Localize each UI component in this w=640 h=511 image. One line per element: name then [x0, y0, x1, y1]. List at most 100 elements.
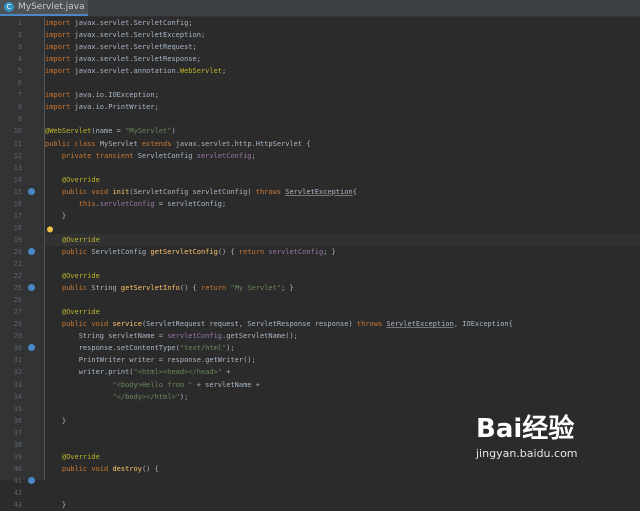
code-token: import	[45, 55, 75, 64]
line-number: 41	[13, 476, 22, 485]
line-number: 11	[13, 139, 22, 148]
code-line[interactable]: import javax.servlet.ServletConfig;	[45, 17, 193, 29]
class-icon: C	[4, 2, 14, 12]
intention-bulb-icon[interactable]: ●	[47, 224, 53, 235]
code-token: import	[45, 31, 75, 40]
code-token: public void	[61, 464, 113, 473]
code-token: "My Servlet"	[230, 284, 282, 293]
code-token: ; }	[281, 284, 294, 293]
code-token: public	[61, 247, 92, 256]
override-marker-icon[interactable]	[28, 247, 35, 255]
code-token: service	[112, 320, 142, 329]
code-line[interactable]: @Override	[45, 306, 100, 318]
override-marker-icon[interactable]	[28, 187, 35, 195]
code-line[interactable]: writer.print("<html><head></head>" +	[45, 366, 231, 378]
line-number: 35	[13, 404, 22, 413]
code-token: javax.servlet.annotation.	[74, 67, 180, 76]
line-number: 31	[13, 356, 22, 365]
code-token: @Override	[61, 308, 100, 317]
line-number: 22	[13, 272, 22, 281]
code-token: );	[226, 344, 235, 353]
code-line[interactable]: public class MyServlet extends javax.ser…	[45, 138, 311, 150]
code-token: @Override	[61, 175, 100, 184]
code-line[interactable]: @Override	[45, 270, 100, 282]
line-number: 14	[13, 175, 22, 184]
code-line[interactable]: @Override	[45, 174, 100, 186]
code-line[interactable]: }	[45, 210, 66, 222]
watermark: Bai经验 jingyan.baidu.com	[476, 408, 636, 472]
code-token: public void	[61, 320, 113, 329]
code-token: @Override	[61, 235, 100, 244]
code-token: WebServlet	[179, 67, 223, 76]
code-line[interactable]: import javax.servlet.ServletResponse;	[45, 53, 201, 65]
code-line[interactable]: "</body></html>");	[45, 391, 188, 403]
code-token: javax.servlet.ServletResponse;	[74, 55, 201, 64]
line-number: 2	[17, 31, 22, 40]
code-token: ServletConfig	[91, 247, 151, 256]
code-line[interactable]: @Override	[45, 451, 100, 463]
code-token: java.io.PrintWriter;	[74, 103, 159, 112]
code-line[interactable]: public String getServletInfo() { return …	[45, 282, 294, 294]
code-token: response.setContentType(	[45, 344, 180, 353]
code-token: servletConfig	[167, 332, 223, 341]
code-line[interactable]: private transient ServletConfig servletC…	[45, 150, 256, 162]
code-token: }	[45, 211, 67, 220]
code-token: ServletException	[285, 187, 353, 196]
code-token: import	[45, 43, 75, 52]
line-number: 7	[17, 91, 22, 100]
line-number: 26	[13, 296, 22, 305]
code-line[interactable]: import java.io.IOException;	[45, 89, 159, 101]
tab-myservlet-java[interactable]: C MyServlet.java	[0, 0, 88, 16]
code-token: java.io.IOException;	[74, 91, 159, 100]
line-number-gutter[interactable]: 1 2 3 4 5 6 7 8 9 10 11 12 13 14 15 16 17 18 19 20 21 22 25 26 2…	[0, 17, 45, 509]
line-number: 13	[13, 163, 22, 172]
code-token: {	[352, 187, 357, 196]
code-line[interactable]: "<body>Hello from " + servletName +	[45, 379, 260, 391]
line-number: 36	[13, 416, 22, 425]
code-line[interactable]: @Override	[45, 234, 100, 246]
code-line[interactable]: this.servletConfig = servletConfig;	[45, 198, 227, 210]
code-line[interactable]: String servletName = servletConfig.getSe…	[45, 330, 298, 342]
code-line[interactable]: import javax.servlet.annotation.WebServl…	[45, 65, 226, 77]
code-token: + servletName +	[192, 380, 260, 389]
code-token: ;	[251, 151, 256, 160]
code-token: ;	[222, 67, 227, 76]
override-marker-icon[interactable]	[28, 476, 35, 484]
line-number: 16	[13, 199, 22, 208]
code-token: (ServletConfig servletConfig)	[129, 187, 256, 196]
code-line[interactable]: public void service(ServletRequest reque…	[45, 318, 513, 330]
code-line[interactable]: }	[45, 499, 66, 511]
code-line[interactable]: @WebServlet(name = "MyServlet")	[45, 125, 176, 137]
code-line[interactable]: public void init(ServletConfig servletCo…	[45, 186, 357, 198]
code-token: @Override	[61, 452, 100, 461]
code-line[interactable]: public void destroy() {	[45, 463, 159, 475]
line-number: 27	[13, 308, 22, 317]
code-line[interactable]: PrintWriter writer = response.getWriter(…	[45, 354, 256, 366]
code-token: }	[45, 501, 67, 509]
code-token: (name =	[91, 127, 126, 136]
code-line[interactable]: import java.io.PrintWriter;	[45, 101, 159, 113]
override-marker-icon[interactable]	[28, 284, 35, 292]
code-token: extends	[141, 139, 176, 148]
override-marker-icon[interactable]	[28, 344, 35, 352]
line-number: 6	[17, 79, 22, 88]
line-number: 8	[17, 103, 22, 112]
code-line[interactable]: import javax.servlet.ServletRequest;	[45, 41, 197, 53]
code-token: MyServlet	[99, 139, 142, 148]
code-line[interactable]: }	[45, 415, 66, 427]
code-token: this	[78, 199, 96, 208]
line-number: 4	[17, 55, 22, 64]
code-token: servletConfig	[99, 199, 155, 208]
code-line[interactable]: public ServletConfig getServletConfig() …	[45, 246, 336, 258]
line-number: 25	[13, 284, 22, 293]
editor-tab-bar: C MyServlet.java	[0, 0, 640, 17]
code-line[interactable]: import javax.servlet.ServletException;	[45, 29, 205, 41]
code-line[interactable]: response.setContentType("text/html");	[45, 342, 235, 354]
